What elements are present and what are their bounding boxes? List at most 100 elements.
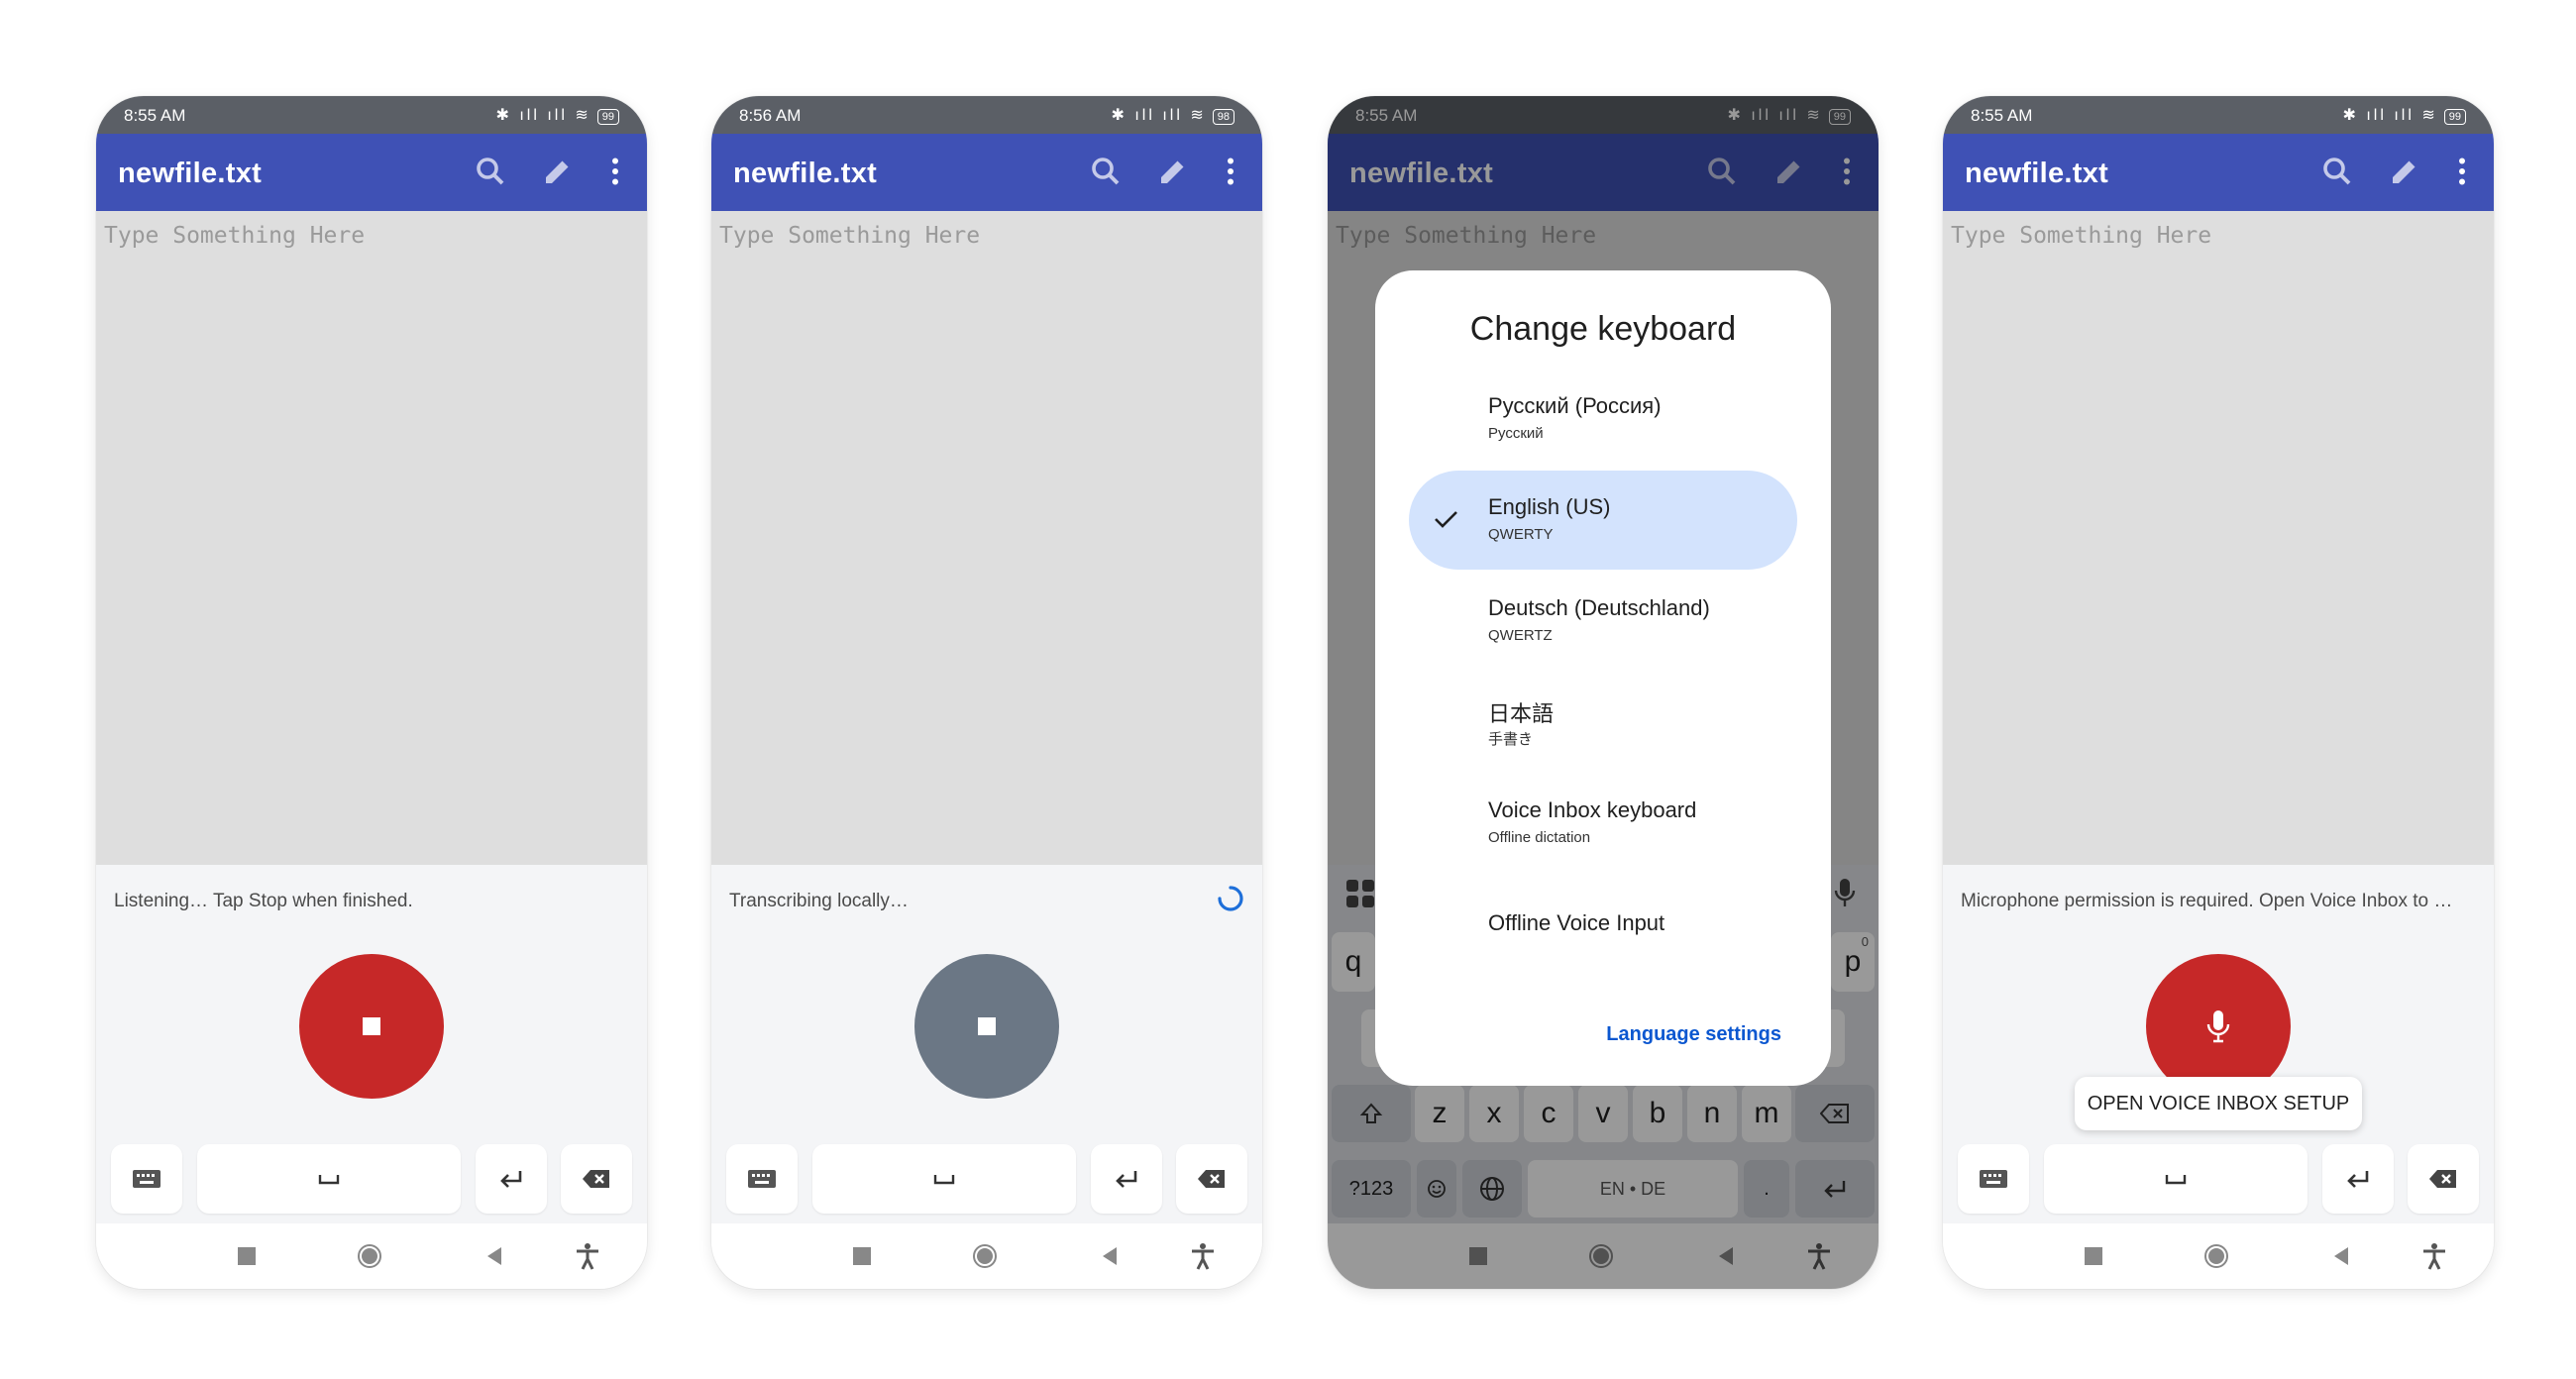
check-icon xyxy=(1435,511,1457,528)
space-icon xyxy=(318,1175,340,1185)
editor-placeholder: Type Something Here xyxy=(719,223,981,249)
backspace-icon xyxy=(2429,1170,2456,1188)
space-icon xyxy=(2165,1175,2187,1185)
recents-icon[interactable] xyxy=(234,1243,260,1269)
recents-icon[interactable] xyxy=(2081,1243,2106,1269)
editor-placeholder: Type Something Here xyxy=(104,223,366,249)
option-subtitle: QWERTZ xyxy=(1488,627,1553,644)
option-name: Voice Inbox keyboard xyxy=(1488,797,1697,822)
recents-icon[interactable] xyxy=(849,1243,875,1269)
text-editor[interactable]: Type Something Here xyxy=(1943,211,2494,865)
app-bar: newfile.txt xyxy=(711,134,1262,211)
keyboard-option-german[interactable]: Deutsch (Deutschland) QWERTZ xyxy=(1409,572,1797,671)
status-icons: ✱ ıll ıll ≋ 98 xyxy=(1111,105,1234,125)
stop-button[interactable] xyxy=(914,954,1059,1099)
enter-key[interactable] xyxy=(2322,1144,2394,1214)
backspace-key[interactable] xyxy=(1176,1144,1247,1214)
nav-bar xyxy=(96,1223,647,1289)
voice-panel: Microphone permission is required. Open … xyxy=(1943,865,2494,1223)
option-name: English (US) xyxy=(1488,494,1611,519)
status-bar: 8:55 AM ✱ ıll ıll ≋ 99 xyxy=(96,96,647,134)
nav-bar xyxy=(711,1223,1262,1289)
switch-keyboard-button[interactable] xyxy=(111,1144,182,1214)
option-subtitle: Русский xyxy=(1488,425,1544,442)
space-key[interactable] xyxy=(2044,1144,2308,1214)
status-message: Microphone permission is required. Open … xyxy=(1961,891,2453,911)
stop-icon xyxy=(978,1017,996,1035)
app-title: newfile.txt xyxy=(118,158,263,189)
enter-icon xyxy=(2347,1171,2369,1188)
phone-screen-change-keyboard: 8:55 AM ✱ ıll ıll ≋ 99 newfile.txt Type S… xyxy=(1328,96,1878,1289)
option-name: Offline Voice Input xyxy=(1488,910,1665,935)
option-name: Deutsch (Deutschland) xyxy=(1488,595,1710,620)
enter-icon xyxy=(1116,1171,1137,1188)
status-message: Transcribing locally… xyxy=(729,891,909,911)
switch-keyboard-button[interactable] xyxy=(726,1144,798,1214)
home-icon[interactable] xyxy=(972,1243,998,1269)
app-title: newfile.txt xyxy=(1965,158,2109,189)
search-icon[interactable] xyxy=(2319,154,2355,189)
backspace-icon xyxy=(583,1170,609,1188)
overflow-menu-icon[interactable] xyxy=(1213,154,1248,189)
loading-spinner-icon xyxy=(1218,886,1243,911)
accessibility-icon[interactable] xyxy=(1190,1243,1216,1270)
keyboard-option-offline-voice[interactable]: Offline Voice Input xyxy=(1409,875,1797,974)
stop-icon xyxy=(363,1017,380,1035)
status-icons: ✱ ıll ıll ≋ 99 xyxy=(495,105,619,125)
stop-button[interactable] xyxy=(299,954,444,1099)
overflow-menu-icon[interactable] xyxy=(597,154,633,189)
option-subtitle: Offline dictation xyxy=(1488,829,1591,846)
accessibility-icon[interactable] xyxy=(2421,1243,2447,1270)
language-settings-link[interactable]: Language settings xyxy=(1606,1023,1781,1046)
home-icon[interactable] xyxy=(357,1243,382,1269)
text-editor[interactable]: Type Something Here xyxy=(96,211,647,865)
mic-icon xyxy=(2206,1010,2230,1043)
app-bar: newfile.txt xyxy=(96,134,647,211)
back-icon[interactable] xyxy=(1097,1243,1123,1269)
keyboard-option-japanese[interactable]: 日本語 手書き xyxy=(1409,673,1797,772)
status-bar: 8:55 AM ✱ ıll ıll ≋ 99 xyxy=(1943,96,2494,134)
enter-key[interactable] xyxy=(476,1144,547,1214)
keyboard-icon xyxy=(748,1170,776,1188)
status-icons: ✱ ıll ıll ≋ 99 xyxy=(2342,105,2466,125)
keyboard-action-row xyxy=(1943,1144,2494,1214)
accessibility-icon[interactable] xyxy=(575,1243,600,1270)
keyboard-option-russian[interactable]: Русский (Россия) Русский xyxy=(1409,370,1797,469)
app-bar: newfile.txt xyxy=(1943,134,2494,211)
battery-icon: 99 xyxy=(2443,109,2466,125)
overflow-menu-icon[interactable] xyxy=(2444,154,2480,189)
edit-icon[interactable] xyxy=(2387,154,2422,189)
space-key[interactable] xyxy=(812,1144,1076,1214)
back-icon[interactable] xyxy=(2328,1243,2354,1269)
voice-panel: Listening… Tap Stop when finished. xyxy=(96,865,647,1223)
keyboard-option-voice-inbox[interactable]: Voice Inbox keyboard Offline dictation xyxy=(1409,774,1797,873)
backspace-key[interactable] xyxy=(561,1144,632,1214)
space-icon xyxy=(933,1175,955,1185)
option-subtitle: QWERTY xyxy=(1488,526,1554,543)
open-setup-tooltip[interactable]: OPEN VOICE INBOX SETUP xyxy=(2075,1077,2362,1130)
keyboard-icon xyxy=(133,1170,161,1188)
search-icon[interactable] xyxy=(1088,154,1124,189)
enter-key[interactable] xyxy=(1091,1144,1162,1214)
editor-placeholder: Type Something Here xyxy=(1951,223,2212,249)
home-icon[interactable] xyxy=(2203,1243,2229,1269)
option-subtitle: 手書き xyxy=(1488,731,1534,748)
phone-screen-transcribing: 8:56 AM ✱ ıll ıll ≋ 98 newfile.txt Type S… xyxy=(711,96,1262,1289)
status-time: 8:55 AM xyxy=(1971,106,2033,125)
edit-icon[interactable] xyxy=(1155,154,1191,189)
back-icon[interactable] xyxy=(482,1243,507,1269)
text-editor[interactable]: Type Something Here xyxy=(711,211,1262,865)
keyboard-action-row xyxy=(711,1144,1262,1214)
change-keyboard-dialog: Change keyboard Русский (Россия) Русский… xyxy=(1375,270,1831,1086)
edit-icon[interactable] xyxy=(540,154,576,189)
space-key[interactable] xyxy=(197,1144,461,1214)
keyboard-option-english[interactable]: English (US) QWERTY xyxy=(1409,471,1797,570)
search-icon[interactable] xyxy=(473,154,508,189)
status-bar: 8:56 AM ✱ ıll ıll ≋ 98 xyxy=(711,96,1262,134)
dialog-title: Change keyboard xyxy=(1469,310,1737,348)
backspace-key[interactable] xyxy=(2408,1144,2479,1214)
switch-keyboard-button[interactable] xyxy=(1958,1144,2029,1214)
nav-bar xyxy=(1943,1223,2494,1289)
keyboard-icon xyxy=(1980,1170,2007,1188)
option-name: Русский (Россия) xyxy=(1488,393,1662,418)
